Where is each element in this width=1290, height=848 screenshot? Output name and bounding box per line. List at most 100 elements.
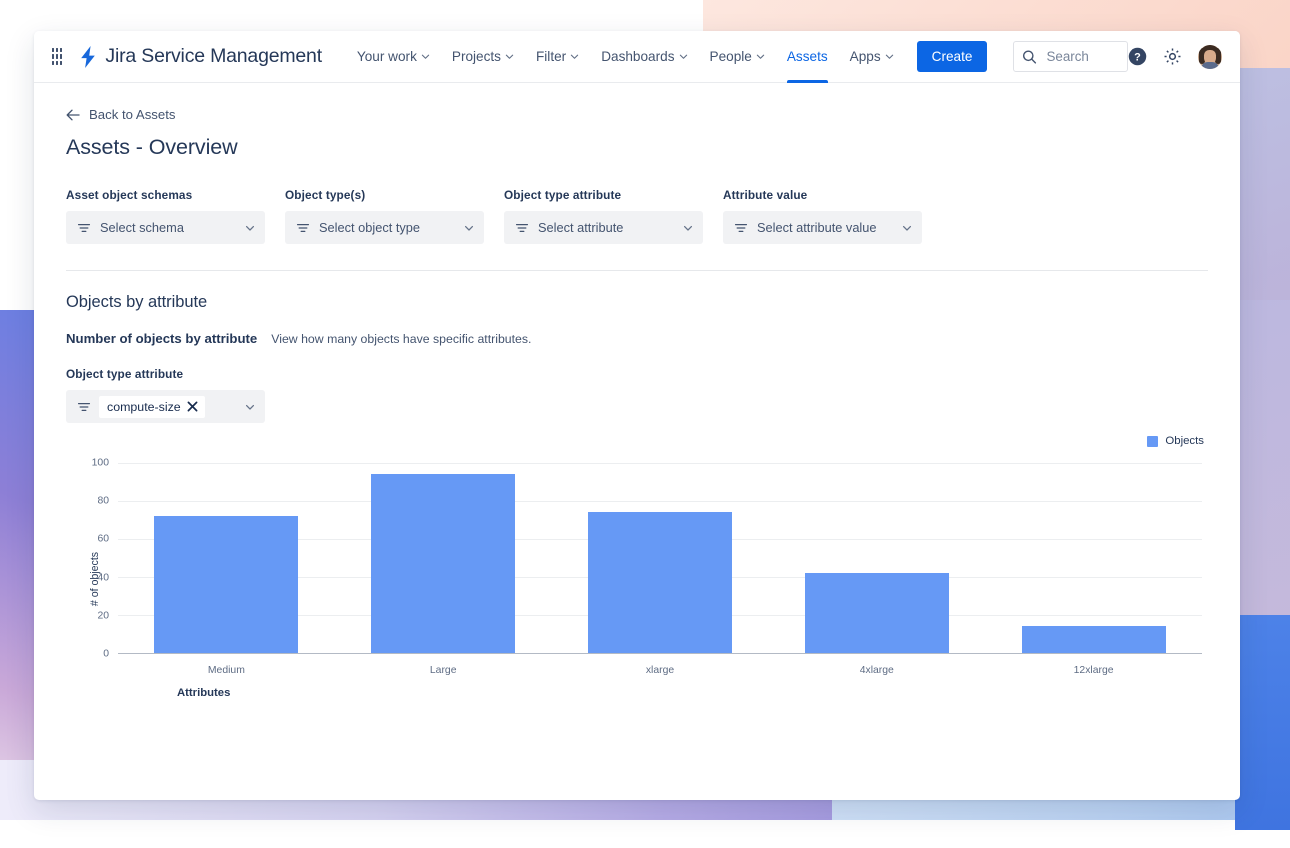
background-block-blue-strip [1235, 615, 1290, 830]
y-axis-tick: 20 [97, 610, 109, 622]
nav-label: Projects [451, 49, 501, 64]
gear-icon[interactable] [1163, 47, 1182, 66]
x-axis-tick: xlarge [645, 665, 675, 676]
chevron-down-icon [679, 54, 687, 59]
create-button[interactable]: Create [916, 41, 988, 72]
bar-Medium[interactable] [154, 516, 299, 653]
filter-bar: Asset object schemas Select schema Objec… [66, 188, 1208, 244]
section-subtitle: Number of objects by attribute View how … [66, 331, 1208, 346]
nav-item-dashboards[interactable]: Dashboards [590, 31, 698, 83]
chevron-down-icon [571, 54, 579, 59]
nav-item-filter[interactable]: Filter [525, 31, 590, 83]
legend-swatch-objects [1147, 435, 1159, 447]
attribute-select-value: Select attribute [538, 220, 624, 235]
y-axis-tick: 40 [97, 572, 109, 584]
object-type-select-value: Select object type [319, 220, 421, 235]
back-to-assets-link[interactable]: Back to Assets [66, 107, 176, 122]
attribute-value-select[interactable]: Select attribute value [723, 211, 922, 244]
selected-attribute-chip[interactable]: compute-size [99, 395, 205, 418]
avatar[interactable] [1198, 44, 1222, 69]
nav-label: People [709, 49, 752, 64]
bar-slot: Large [335, 463, 552, 676]
y-axis-tick: 60 [97, 533, 109, 545]
nav-label: Your work [356, 49, 417, 64]
arrow-left-icon [66, 109, 80, 120]
filter-icon [296, 223, 310, 232]
y-axis-tick: 100 [91, 457, 109, 469]
bar-Large[interactable] [371, 474, 516, 653]
legend-label-objects: Objects [1165, 435, 1204, 447]
chip-label: compute-size [107, 399, 181, 414]
close-icon[interactable] [187, 401, 198, 412]
gridline: 0 [103, 649, 1202, 660]
primary-nav-links: Your work Projects Filter Dashboards Peo… [346, 31, 905, 83]
bar-12xlarge[interactable] [1021, 626, 1166, 653]
filter-icon [734, 223, 748, 232]
chevron-down-icon [464, 225, 474, 231]
y-axis-tick: 0 [103, 648, 109, 660]
svg-text:?: ? [1134, 52, 1141, 64]
page-content: Back to Assets Assets - Overview Asset o… [34, 83, 1240, 703]
y-axis-tick: 80 [97, 495, 109, 507]
x-axis-tick: 12xlarge [1073, 665, 1114, 676]
nav-right-actions: ? [1128, 44, 1224, 69]
chart-legend: Objects [1147, 435, 1204, 447]
section-divider [66, 270, 1208, 271]
back-link-label: Back to Assets [89, 107, 176, 122]
attribute-select[interactable]: Select attribute [504, 211, 703, 244]
nav-item-assets[interactable]: Assets [776, 31, 839, 83]
filter-object-type-attribute: Object type attribute Select attribute [504, 188, 703, 244]
x-axis-title: Attributes [177, 687, 231, 699]
nav-item-people[interactable]: People [699, 31, 776, 83]
object-type-select[interactable]: Select object type [285, 211, 484, 244]
filter-asset-object-schemas: Asset object schemas Select schema [66, 188, 265, 244]
schema-select-value: Select schema [100, 220, 184, 235]
attribute-picker: Object type attribute compute-size [66, 367, 265, 423]
chart-plot-wrapper: # of objects 0 20 40 60 80 100 Medium Large xla… [66, 455, 1208, 703]
filter-attribute-value: Attribute value Select attribute value [723, 188, 922, 244]
objects-by-attribute-chart: Objects # of objects 0 20 40 60 80 100 Medium… [66, 435, 1208, 703]
brand-name: Jira Service Management [105, 45, 322, 67]
subtitle-description: View how many objects have specific attr… [271, 332, 532, 346]
app-switcher-icon[interactable] [52, 47, 63, 66]
nav-label: Apps [849, 49, 881, 64]
bar-4xlarge[interactable] [804, 573, 949, 653]
attribute-picker-select[interactable]: compute-size [66, 390, 265, 423]
filter-icon [515, 223, 529, 232]
filter-label: Object type(s) [285, 188, 366, 202]
bar-xlarge[interactable] [587, 512, 733, 653]
filter-object-types: Object type(s) Select object type [285, 188, 484, 244]
chart-plot: 0 20 40 60 80 100 Medium Large xlarge 4xlarge 12x… [92, 458, 1202, 676]
attribute-picker-label: Object type attribute [66, 367, 184, 381]
background-block-white-bottom-left [0, 820, 832, 848]
nav-item-apps[interactable]: Apps [839, 31, 905, 83]
chevron-down-icon [885, 54, 893, 59]
filter-icon [77, 402, 91, 411]
nav-item-your-work[interactable]: Your work [346, 31, 441, 83]
search-input[interactable] [1013, 41, 1128, 72]
filter-icon [77, 223, 91, 232]
filter-label: Asset object schemas [66, 188, 193, 202]
nav-label: Filter [535, 49, 567, 64]
schema-select[interactable]: Select schema [66, 211, 265, 244]
attribute-value-select-value: Select attribute value [757, 220, 877, 235]
nav-item-projects[interactable]: Projects [441, 31, 525, 83]
search-box [1013, 41, 1128, 72]
brand-home-link[interactable]: Jira Service Management [78, 45, 322, 68]
top-navigation-bar: Jira Service Management Your work Projec… [34, 31, 1240, 83]
chevron-down-icon [245, 225, 255, 231]
x-axis-tick: Medium [207, 665, 245, 676]
bar-slot: 12xlarge [985, 463, 1202, 676]
filter-label: Object type attribute [504, 188, 622, 202]
bar-slot: Medium [118, 463, 335, 676]
nav-label: Assets [786, 49, 828, 64]
chart-bars: Medium Large xlarge 4xlarge 12xlarge [118, 463, 1202, 676]
chevron-down-icon [245, 404, 255, 410]
nav-label: Dashboards [601, 49, 675, 64]
chevron-down-icon [902, 225, 912, 231]
help-circle-icon[interactable]: ? [1128, 47, 1147, 66]
bar-slot: 4xlarge [768, 463, 985, 676]
app-window: Jira Service Management Your work Projec… [34, 31, 1240, 800]
chevron-down-icon [505, 54, 514, 59]
bar-slot: xlarge [552, 463, 769, 676]
